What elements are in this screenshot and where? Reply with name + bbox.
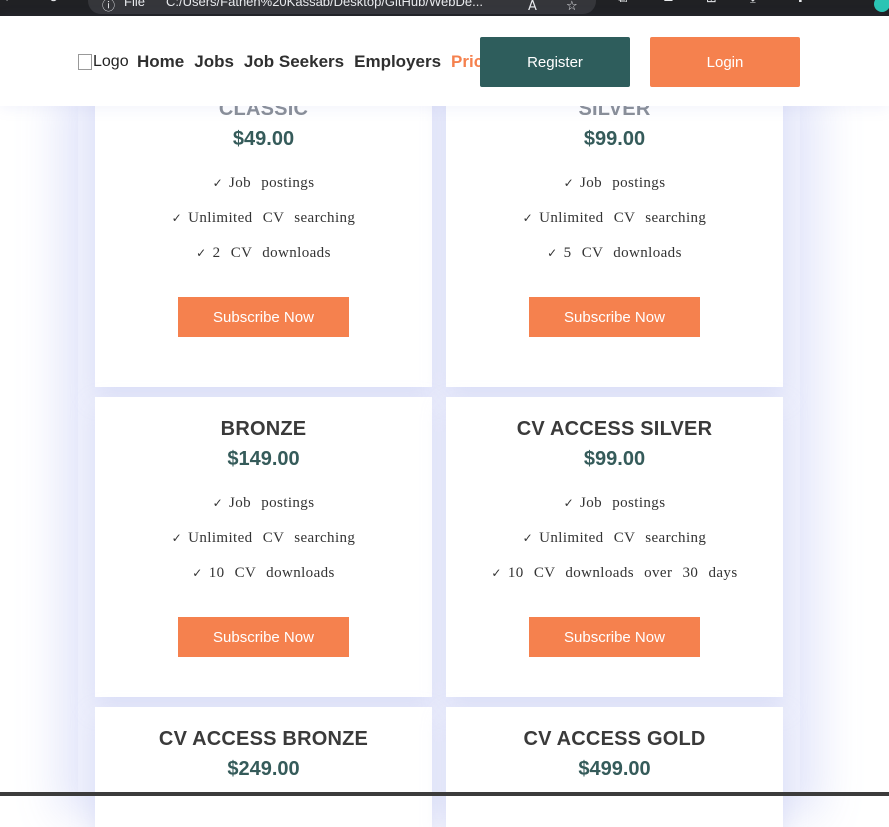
check-icon: ✓ [212, 496, 224, 510]
plan-card-bronze: BRONZE $149.00 ✓ Job postings ✓ Unlimited … [95, 397, 432, 697]
feature-item: ✓ Job postings [212, 495, 315, 511]
feature-item: ✓ Unlimited CV searching [171, 530, 356, 546]
check-icon: ✓ [547, 246, 558, 260]
feature-list: ✓ Job postings ✓ Unlimited CV searching ✓ 1… [95, 492, 432, 597]
feature-item: ✓ Unlimited CV searching [171, 210, 356, 226]
plan-price: $99.00 [583, 128, 646, 150]
feature-item: ✓ Job postings [212, 175, 315, 191]
feature-item: ✓ 10 CV downloads over 30 days [491, 565, 738, 581]
logo[interactable]: Logo [78, 53, 129, 71]
plan-price: $49.00 [232, 128, 295, 150]
read-aloud-icon[interactable]: A [528, 0, 542, 14]
plan-card-silver: SILVER $99.00 ✓ Job postings ✓ Unlimited C… [446, 77, 783, 387]
plan-price: $99.00 [583, 448, 646, 470]
subscribe-button[interactable]: Subscribe Now [178, 617, 349, 657]
nav-jobs[interactable]: Jobs [194, 52, 234, 72]
check-icon: ✓ [212, 176, 224, 190]
check-icon: ✓ [171, 211, 183, 225]
check-icon: ✓ [563, 496, 575, 510]
register-button[interactable]: Register [480, 37, 630, 87]
split-screen-icon[interactable]: ⧉ [618, 0, 632, 6]
feature-item: ✓ Unlimited CV searching [522, 530, 707, 546]
login-button[interactable]: Login [650, 37, 800, 87]
download-icon[interactable]: ⤓ [750, 0, 764, 6]
nav-home[interactable]: Home [137, 52, 184, 72]
site-header: Logo Home Jobs Job Seekers Employers Pri… [0, 16, 889, 106]
nav-employers[interactable]: Employers [354, 52, 441, 72]
refresh-icon[interactable]: ↻ [48, 0, 62, 6]
check-icon: ✓ [192, 566, 203, 580]
subscribe-button[interactable]: Subscribe Now [529, 297, 700, 337]
profile-avatar[interactable] [874, 0, 889, 12]
plan-title: BRONZE [220, 418, 307, 440]
subscribe-button[interactable]: Subscribe Now [529, 617, 700, 657]
feature-item: ✓ 5 CV downloads [547, 245, 682, 261]
feature-item: ✓ 10 CV downloads [192, 565, 335, 581]
check-icon: ✓ [171, 531, 183, 545]
check-icon: ✓ [522, 531, 534, 545]
address-text[interactable]: C:/Users/Fathen%20Kassab/Desktop/GitHub/… [166, 0, 483, 9]
main-nav: Home Jobs Job Seekers Employers Pricing [137, 52, 509, 72]
pricing-section: CLASSIC $49.00 ✓ Job postings ✓ Unlimited … [78, 77, 800, 827]
check-icon: ✓ [563, 176, 575, 190]
plan-price: $249.00 [227, 758, 300, 780]
feature-list: ✓ Job postings ✓ Unlimited CV searching ✓ 5… [446, 172, 783, 277]
subscribe-button[interactable]: Subscribe Now [178, 297, 349, 337]
check-icon: ✓ [522, 211, 534, 225]
plan-card-cv-access-bronze: CV ACCESS BRONZE $249.00 [95, 707, 432, 827]
file-label: File [124, 0, 145, 9]
favorite-star-icon[interactable]: ☆ [566, 0, 580, 14]
browser-chrome: ← ↻ ⓘ File C:/Users/Fathen%20Kassab/Desk… [0, 0, 889, 16]
feature-list: ✓ Job postings ✓ Unlimited CV searching ✓ 1… [446, 492, 783, 597]
check-icon: ✓ [491, 566, 502, 580]
feature-list: ✓ Job postings ✓ Unlimited CV searching ✓ 2… [95, 172, 432, 277]
plan-title: CV ACCESS BRONZE [158, 728, 369, 750]
plan-card-cv-access-silver: CV ACCESS SILVER $99.00 ✓ Job postings ✓ U… [446, 397, 783, 697]
check-icon: ✓ [196, 246, 207, 260]
feature-item: ✓ 2 CV downloads [196, 245, 331, 261]
collections-icon[interactable]: ⊞ [706, 0, 720, 6]
feature-item: ✓ Unlimited CV searching [522, 210, 707, 226]
plan-price: $499.00 [578, 758, 651, 780]
favorites-list-icon[interactable]: ≡ [663, 0, 677, 6]
feature-item: ✓ Job postings [563, 495, 666, 511]
plan-card-cv-access-gold: CV ACCESS GOLD $499.00 [446, 707, 783, 827]
broken-image-icon [78, 54, 92, 70]
back-arrow-icon[interactable]: ← [4, 0, 18, 6]
plan-title: CV ACCESS GOLD [523, 728, 706, 750]
extensions-icon[interactable]: ✚ [795, 0, 809, 6]
info-icon[interactable]: ⓘ [102, 0, 116, 14]
plan-card-classic: CLASSIC $49.00 ✓ Job postings ✓ Unlimited … [95, 77, 432, 387]
address-bar[interactable]: ⓘ File C:/Users/Fathen%20Kassab/Desktop/… [88, 0, 596, 14]
feature-item: ✓ Job postings [563, 175, 666, 191]
window-bottom-edge [0, 792, 889, 796]
plan-title: CV ACCESS SILVER [516, 418, 713, 440]
plan-price: $149.00 [227, 448, 300, 470]
logo-alt-text: Logo [93, 53, 129, 70]
nav-job-seekers[interactable]: Job Seekers [244, 52, 344, 72]
